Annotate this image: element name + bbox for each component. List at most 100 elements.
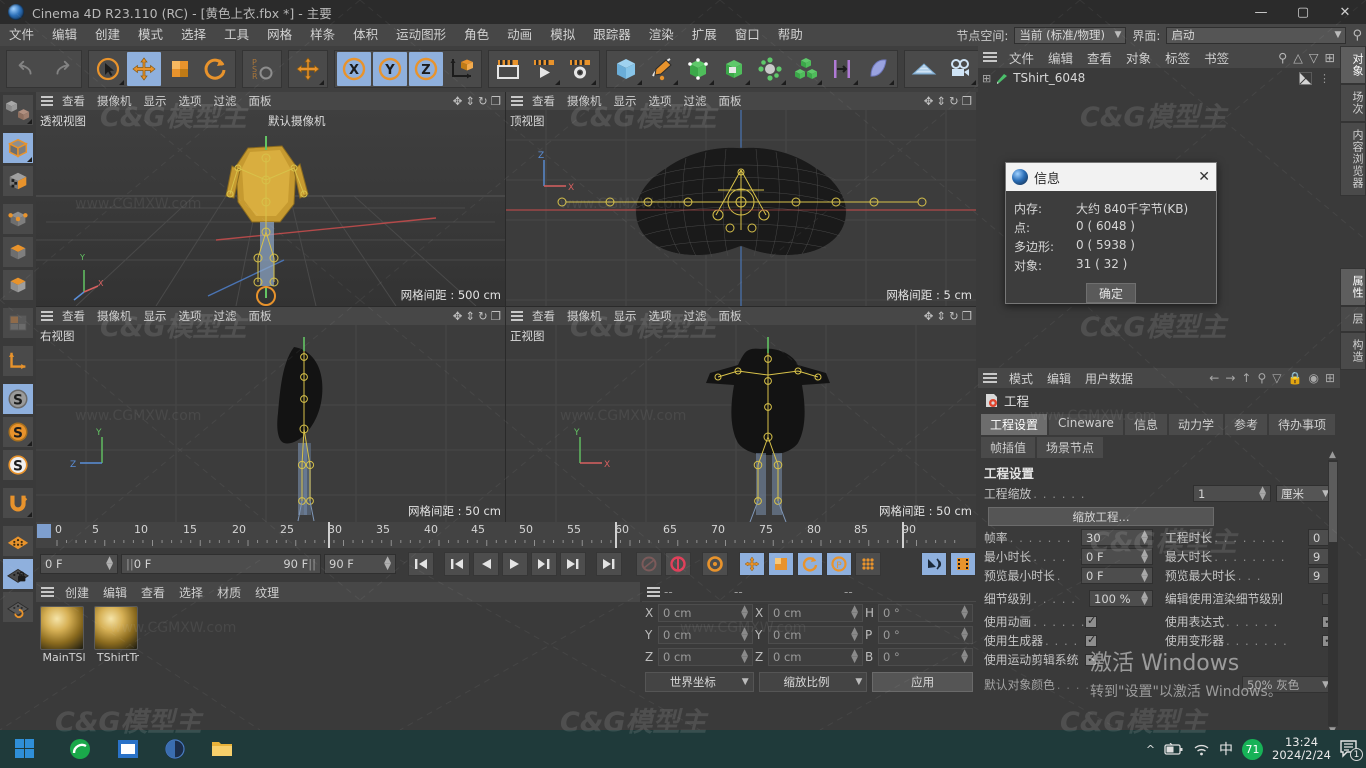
undo-icon[interactable] — [9, 52, 43, 86]
vp-menu-filter[interactable]: 过滤 — [208, 92, 243, 110]
apply-button[interactable]: 应用 — [872, 672, 974, 692]
om-menu-object[interactable]: 对象 — [1119, 48, 1158, 67]
chevron-up-icon[interactable]: ^ — [1146, 743, 1155, 756]
info-dialog[interactable]: 信息 ✕ 内存: 大约 840千字节(KB) 点: 0 ( 6048 ) 多边形… — [1005, 162, 1217, 304]
timeline-ruler[interactable]: 0 5 10 15 20 25 30 35 40 45 50 55 60 65 … — [36, 522, 976, 548]
size-y-field[interactable]: 0 cm ▲ ▼ — [768, 626, 863, 644]
snap-options-icon[interactable]: S — [2, 449, 34, 481]
tab-info[interactable]: 信息 — [1123, 413, 1168, 436]
spinner-icon[interactable]: ▲ ▼ — [851, 649, 858, 665]
maximize-viewport-icon[interactable]: ❐ — [962, 94, 972, 108]
om-menu-view[interactable]: 查看 — [1080, 48, 1119, 67]
vp-menu-options[interactable]: 选项 — [643, 307, 678, 325]
green-badge-71[interactable]: 71 — [1242, 738, 1264, 760]
fps-field[interactable]: 30 ▲ ▼ — [1081, 529, 1153, 546]
maximize-button[interactable]: ▢ — [1282, 0, 1324, 24]
pan-icon[interactable]: ✥ — [453, 94, 463, 108]
viewport-front-canvas[interactable]: Y X 正视图 网格间距: 50 cm — [506, 325, 976, 522]
current-frame-field[interactable]: 0 F ▲ ▼ — [40, 554, 118, 574]
maximize-viewport-icon[interactable]: ❐ — [962, 309, 972, 323]
world-object-coord-icon[interactable] — [445, 52, 479, 86]
spinner-icon[interactable]: ▲ ▼ — [741, 605, 748, 621]
vp-menu-display[interactable]: 显示 — [608, 307, 643, 325]
spinner-icon[interactable]: ▲ ▼ — [1141, 548, 1148, 564]
tab-frame-interpolation[interactable]: 帧插值 — [980, 436, 1037, 459]
tab-cineware[interactable]: Cineware — [1048, 413, 1124, 436]
vp-menu-options[interactable]: 选项 — [173, 307, 208, 325]
notification-icon[interactable]: 1 — [1340, 740, 1363, 761]
orbit-icon[interactable]: ↻ — [949, 309, 959, 323]
nurbs-generator-icon[interactable] — [681, 52, 715, 86]
vp-menu-view[interactable]: 查看 — [526, 92, 561, 110]
material-item[interactable]: MainTSl — [40, 606, 88, 664]
dolly-icon[interactable]: ⇕ — [936, 94, 946, 108]
material-item[interactable]: TShirtTr — [94, 606, 142, 664]
viewport-front[interactable]: 查看 摄像机 显示 选项 过滤 面板 ✥ ⇕ ↻ ❐ Y X 正视图 网格间距 … — [506, 307, 976, 522]
vp-menu-camera[interactable]: 摄像机 — [561, 307, 608, 325]
lock-icon[interactable]: 🔒 — [1288, 371, 1303, 385]
viewport-menu-icon[interactable] — [36, 96, 56, 106]
add-icon[interactable]: ⊞ — [1325, 50, 1335, 65]
position-y-field[interactable]: 0 cm ▲ ▼ — [658, 626, 753, 644]
mat-menu-select[interactable]: 选择 — [172, 584, 210, 601]
mat-menu-create[interactable]: 创建 — [58, 584, 96, 601]
spinner-icon[interactable]: ▲ ▼ — [106, 556, 113, 572]
floor-environment-icon[interactable] — [907, 52, 941, 86]
menu-item-help[interactable]: 帮助 — [769, 24, 812, 46]
menu-item-edit[interactable]: 编辑 — [43, 24, 86, 46]
lock-workplane-icon[interactable] — [2, 558, 34, 590]
size-x-field[interactable]: 0 cm ▲ ▼ — [768, 604, 863, 622]
attributes-scrollbar[interactable]: ▲ ▼ — [1328, 450, 1338, 736]
attr-menu-userdata[interactable]: 用户数据 — [1078, 370, 1140, 387]
om-menu-edit[interactable]: 编辑 — [1041, 48, 1080, 67]
spinner-icon[interactable]: ▲ ▼ — [741, 627, 748, 643]
vp-menu-display[interactable]: 显示 — [608, 92, 643, 110]
orbit-icon[interactable]: ↻ — [478, 309, 488, 323]
project-scale-field[interactable]: 1 ▲ ▼ — [1193, 485, 1271, 502]
field-object-icon[interactable] — [825, 52, 859, 86]
psr-reset-icon[interactable]: P S R — [245, 52, 279, 86]
attr-menu-edit[interactable]: 编辑 — [1040, 370, 1078, 387]
sound-icon[interactable] — [921, 552, 947, 576]
tab-reference[interactable]: 参考 — [1223, 413, 1268, 436]
menu-item-animation[interactable]: 动画 — [498, 24, 541, 46]
redo-icon[interactable] — [45, 52, 79, 86]
windows-start-icon[interactable] — [8, 734, 42, 764]
viewport-top[interactable]: 查看 摄像机 显示 选项 过滤 面板 ✥ ⇕ ↻ ❐ Z X 顶视图 网格间距 … — [506, 92, 976, 306]
menu-item-mode[interactable]: 模式 — [129, 24, 172, 46]
uv-mode-icon[interactable] — [2, 307, 34, 339]
vp-menu-view[interactable]: 查看 — [56, 92, 91, 110]
scale-key-icon[interactable] — [768, 552, 794, 576]
om-menu-tags[interactable]: 标签 — [1158, 48, 1197, 67]
menu-item-tracker[interactable]: 跟踪器 — [584, 24, 640, 46]
scale-project-button[interactable]: 缩放工程... — [988, 507, 1214, 526]
layout-dropdown[interactable]: 启动 ▼ — [1166, 26, 1347, 44]
lod-field[interactable]: 100 % ▲ ▼ — [1089, 590, 1153, 607]
vp-menu-panel[interactable]: 面板 — [713, 92, 748, 110]
point-mode-icon[interactable] — [2, 203, 34, 235]
pan-icon[interactable]: ✥ — [924, 309, 934, 323]
keyframe-settings-icon[interactable] — [702, 552, 728, 576]
forward-arrow-icon[interactable]: → — [1225, 371, 1235, 385]
dock-tab-structure[interactable]: 构造 — [1340, 332, 1366, 370]
viewport-menu-icon[interactable] — [506, 96, 526, 106]
object-menu-icon[interactable] — [978, 52, 1002, 62]
menu-item-tools[interactable]: 工具 — [215, 24, 258, 46]
spinner-icon[interactable]: ▲ ▼ — [1141, 567, 1148, 583]
position-key-icon[interactable] — [739, 552, 765, 576]
attr-menu-mode[interactable]: 模式 — [1002, 370, 1040, 387]
orbit-icon[interactable]: ↻ — [478, 94, 488, 108]
menu-item-render[interactable]: 渲染 — [640, 24, 683, 46]
explorer-icon[interactable] — [200, 734, 244, 764]
play-icon[interactable] — [502, 552, 528, 576]
dolly-icon[interactable]: ⇕ — [465, 309, 475, 323]
camera-icon[interactable] — [943, 52, 977, 86]
use-animation-checkbox[interactable] — [1085, 614, 1097, 628]
workplane-icon[interactable] — [2, 525, 34, 557]
spinner-icon[interactable]: ▲ ▼ — [384, 556, 391, 572]
close-button[interactable]: ✕ — [1324, 0, 1366, 24]
material-menu-icon[interactable] — [36, 587, 58, 597]
menu-item-window[interactable]: 窗口 — [726, 24, 769, 46]
object-name[interactable]: TShirt_6048 — [1013, 71, 1085, 85]
pan-icon[interactable]: ✥ — [924, 94, 934, 108]
